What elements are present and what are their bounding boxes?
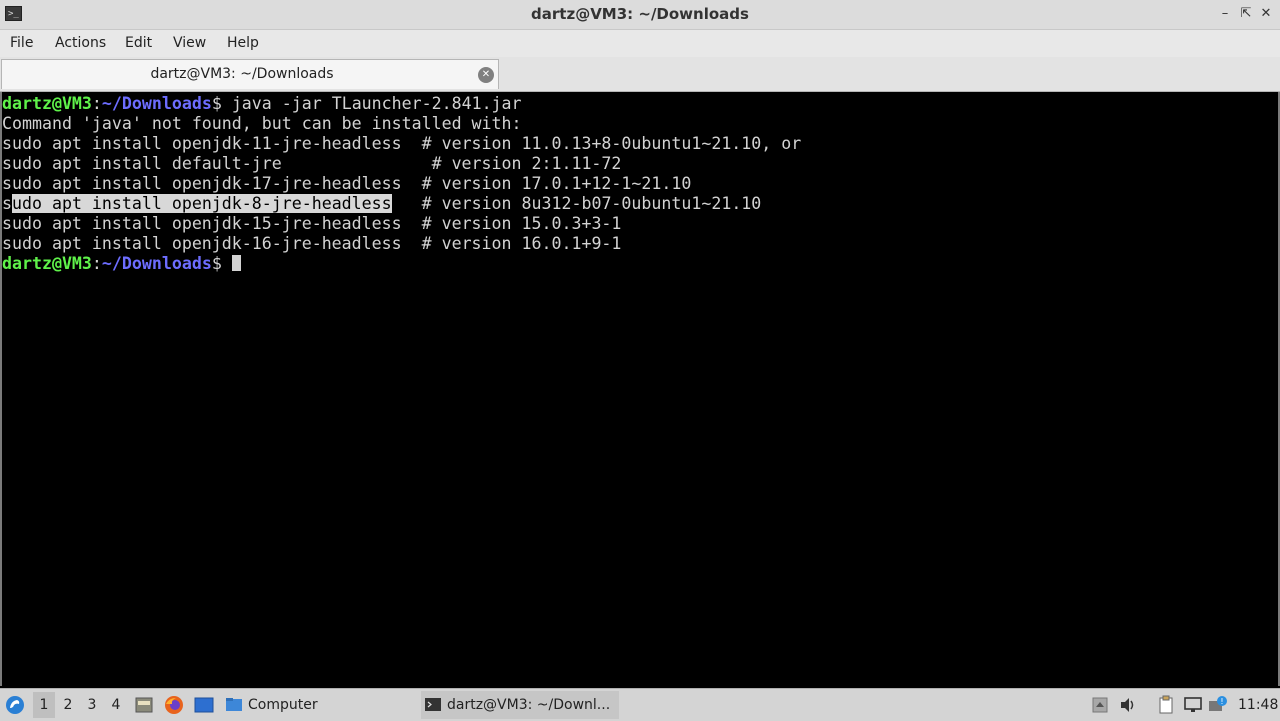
- install-version-2: # version 17.0.1+12-1~21.10: [401, 174, 692, 193]
- terminal-window-label: dartz@VM3: ~/Downl...: [447, 697, 611, 713]
- text-cursor: [231, 255, 241, 271]
- prompt-user-2: dartz@VM3: [2, 254, 92, 273]
- update-notifier-icon[interactable]: !: [1208, 695, 1228, 715]
- workspace-1[interactable]: 1: [33, 692, 55, 718]
- close-icon[interactable]: ✕: [1257, 5, 1275, 23]
- menu-file[interactable]: File: [10, 30, 33, 56]
- terminal-window-button[interactable]: dartz@VM3: ~/Downl...: [421, 691, 619, 719]
- workspace-2[interactable]: 2: [57, 689, 79, 721]
- network-icon[interactable]: [1183, 695, 1203, 715]
- volume-icon[interactable]: [1118, 695, 1138, 715]
- install-version-0: # version 11.0.13+8-0ubuntu1~21.10, or: [401, 134, 802, 153]
- install-cmd-0: sudo apt install openjdk-11-jre-headless: [2, 134, 402, 153]
- install-cmd-3: sudo apt install openjdk-8-jre-headless: [2, 194, 392, 213]
- tab-terminal[interactable]: dartz@VM3: ~/Downloads ✕: [1, 59, 499, 89]
- menu-edit[interactable]: Edit: [125, 30, 152, 56]
- tab-close-icon[interactable]: ✕: [478, 67, 494, 83]
- install-version-4: # version 15.0.3+3-1: [401, 214, 622, 233]
- computer-button[interactable]: Computer: [222, 691, 412, 719]
- prompt-suffix-2: $: [211, 254, 232, 273]
- window-title: dartz@VM3: ~/Downloads: [531, 5, 749, 23]
- file-manager-icon[interactable]: [134, 695, 154, 715]
- svg-text:!: !: [1220, 697, 1223, 706]
- install-version-3: # version 8u312-b07-0ubuntu1~21.10: [401, 194, 762, 213]
- clock[interactable]: 11:48: [1238, 689, 1278, 721]
- desktop-icon[interactable]: [194, 695, 214, 715]
- lubuntu-start-icon[interactable]: [5, 695, 25, 715]
- install-version-5: # version 16.0.1+9-1: [401, 234, 622, 253]
- menubar: File Actions Edit View Help: [0, 30, 1280, 57]
- menu-help[interactable]: Help: [227, 30, 259, 56]
- error-message: Command 'java' not found, but can be ins…: [2, 114, 522, 133]
- prompt-suffix: $: [211, 94, 232, 113]
- prompt-path-2: ~/Downloads: [101, 254, 212, 273]
- prompt-user: dartz@VM3: [2, 94, 92, 113]
- restore-icon[interactable]: ⇱: [1237, 5, 1255, 23]
- menu-view[interactable]: View: [173, 30, 206, 56]
- workspace-3[interactable]: 3: [81, 689, 103, 721]
- workspace-4[interactable]: 4: [105, 689, 127, 721]
- window-titlebar[interactable]: >_ dartz@VM3: ~/Downloads – ⇱ ✕: [0, 0, 1280, 30]
- minimize-icon[interactable]: –: [1216, 5, 1234, 23]
- install-cmd-2: sudo apt install openjdk-17-jre-headless: [2, 174, 402, 193]
- menu-actions[interactable]: Actions: [55, 30, 106, 56]
- clipboard-icon[interactable]: [1156, 695, 1176, 715]
- computer-button-label: Computer: [248, 697, 318, 713]
- tray-arrow-icon[interactable]: [1090, 695, 1110, 715]
- install-version-1: # version 2:1.11-72: [411, 154, 622, 173]
- terminal-area[interactable]: dartz@VM3:~/Downloads$ java -jar TLaunch…: [0, 92, 1280, 686]
- tab-label: dartz@VM3: ~/Downloads: [150, 66, 334, 82]
- terminal-output: dartz@VM3:~/Downloads$ java -jar TLaunch…: [2, 94, 802, 273]
- prompt-path: ~/Downloads: [101, 94, 212, 113]
- install-cmd-1: sudo apt install default-jre: [2, 154, 412, 173]
- command-text: java -jar TLauncher-2.841.jar: [231, 94, 522, 113]
- install-cmd-4: sudo apt install openjdk-15-jre-headless: [2, 214, 402, 233]
- install-cmd-5: sudo apt install openjdk-16-jre-headless: [2, 234, 402, 253]
- tab-bar: dartz@VM3: ~/Downloads ✕: [0, 57, 1280, 92]
- firefox-icon[interactable]: [164, 695, 184, 715]
- folder-icon: [226, 698, 242, 711]
- terminal-small-icon: [425, 698, 441, 711]
- taskbar: 1 2 3 4 Computer dartz@VM3: ~/Downl... !…: [0, 688, 1280, 721]
- selected-text: udo apt install openjdk-8-jre-headless: [12, 194, 392, 213]
